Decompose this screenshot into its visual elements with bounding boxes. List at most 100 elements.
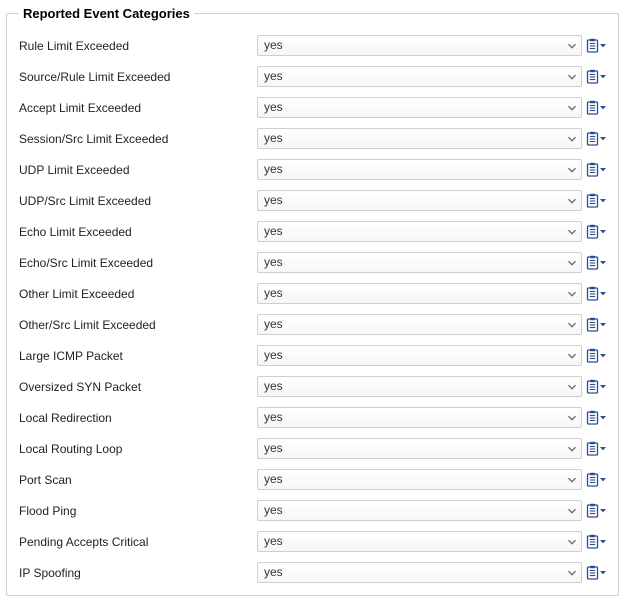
setting-select[interactable]: yes — [257, 35, 582, 56]
setting-label: IP Spoofing — [19, 566, 257, 580]
setting-select[interactable]: yes — [257, 252, 582, 273]
dropdown-arrow-icon[interactable] — [600, 415, 606, 421]
clipboard-icon[interactable] — [586, 472, 599, 487]
setting-label: Accept Limit Exceeded — [19, 101, 257, 115]
select-value[interactable]: yes — [257, 128, 582, 149]
dropdown-arrow-icon[interactable] — [600, 570, 606, 576]
clipboard-icon[interactable] — [586, 534, 599, 549]
setting-select[interactable]: yes — [257, 438, 582, 459]
setting-row: Accept Limit Exceededyes — [19, 97, 606, 118]
clipboard-icon[interactable] — [586, 255, 599, 270]
row-actions — [586, 286, 606, 301]
select-value[interactable]: yes — [257, 438, 582, 459]
setting-row: Source/Rule Limit Exceededyes — [19, 66, 606, 87]
dropdown-arrow-icon[interactable] — [600, 477, 606, 483]
setting-select[interactable]: yes — [257, 562, 582, 583]
dropdown-arrow-icon[interactable] — [600, 539, 606, 545]
clipboard-icon[interactable] — [586, 162, 599, 177]
clipboard-icon[interactable] — [586, 503, 599, 518]
setting-select[interactable]: yes — [257, 376, 582, 397]
clipboard-icon[interactable] — [586, 38, 599, 53]
select-value[interactable]: yes — [257, 66, 582, 87]
clipboard-icon[interactable] — [586, 193, 599, 208]
dropdown-arrow-icon[interactable] — [600, 384, 606, 390]
select-value[interactable]: yes — [257, 252, 582, 273]
clipboard-icon[interactable] — [586, 348, 599, 363]
select-value[interactable]: yes — [257, 407, 582, 428]
setting-select[interactable]: yes — [257, 407, 582, 428]
rows-container: Rule Limit Exceededyes Source/Rule Limit… — [19, 35, 606, 583]
clipboard-icon[interactable] — [586, 565, 599, 580]
dropdown-arrow-icon[interactable] — [600, 229, 606, 235]
setting-select[interactable]: yes — [257, 500, 582, 521]
setting-select[interactable]: yes — [257, 190, 582, 211]
dropdown-arrow-icon[interactable] — [600, 167, 606, 173]
select-value[interactable]: yes — [257, 500, 582, 521]
dropdown-arrow-icon[interactable] — [600, 508, 606, 514]
select-value[interactable]: yes — [257, 345, 582, 366]
select-value[interactable]: yes — [257, 531, 582, 552]
row-actions — [586, 193, 606, 208]
setting-label: Source/Rule Limit Exceeded — [19, 70, 257, 84]
clipboard-icon[interactable] — [586, 100, 599, 115]
clipboard-icon[interactable] — [586, 317, 599, 332]
clipboard-icon[interactable] — [586, 379, 599, 394]
setting-select[interactable]: yes — [257, 469, 582, 490]
dropdown-arrow-icon[interactable] — [600, 446, 606, 452]
setting-label: UDP Limit Exceeded — [19, 163, 257, 177]
row-actions — [586, 348, 606, 363]
select-value[interactable]: yes — [257, 314, 582, 335]
dropdown-arrow-icon[interactable] — [600, 322, 606, 328]
select-value[interactable]: yes — [257, 221, 582, 242]
fieldset-legend: Reported Event Categories — [19, 6, 194, 21]
setting-label: Echo Limit Exceeded — [19, 225, 257, 239]
row-actions — [586, 69, 606, 84]
dropdown-arrow-icon[interactable] — [600, 74, 606, 80]
clipboard-icon[interactable] — [586, 69, 599, 84]
setting-row: Other Limit Exceededyes — [19, 283, 606, 304]
setting-label: Rule Limit Exceeded — [19, 39, 257, 53]
setting-row: UDP Limit Exceededyes — [19, 159, 606, 180]
dropdown-arrow-icon[interactable] — [600, 105, 606, 111]
select-value[interactable]: yes — [257, 97, 582, 118]
clipboard-icon[interactable] — [586, 224, 599, 239]
row-actions — [586, 379, 606, 394]
select-value[interactable]: yes — [257, 562, 582, 583]
row-actions — [586, 472, 606, 487]
select-value[interactable]: yes — [257, 159, 582, 180]
setting-row: Rule Limit Exceededyes — [19, 35, 606, 56]
dropdown-arrow-icon[interactable] — [600, 260, 606, 266]
select-value[interactable]: yes — [257, 376, 582, 397]
select-value[interactable]: yes — [257, 283, 582, 304]
setting-select[interactable]: yes — [257, 159, 582, 180]
clipboard-icon[interactable] — [586, 131, 599, 146]
dropdown-arrow-icon[interactable] — [600, 136, 606, 142]
setting-label: UDP/Src Limit Exceeded — [19, 194, 257, 208]
dropdown-arrow-icon[interactable] — [600, 43, 606, 49]
row-actions — [586, 534, 606, 549]
setting-select[interactable]: yes — [257, 66, 582, 87]
select-value[interactable]: yes — [257, 469, 582, 490]
setting-select[interactable]: yes — [257, 314, 582, 335]
setting-select[interactable]: yes — [257, 221, 582, 242]
clipboard-icon[interactable] — [586, 441, 599, 456]
clipboard-icon[interactable] — [586, 286, 599, 301]
select-value[interactable]: yes — [257, 190, 582, 211]
dropdown-arrow-icon[interactable] — [600, 353, 606, 359]
setting-row: Session/Src Limit Exceededyes — [19, 128, 606, 149]
row-actions — [586, 410, 606, 425]
setting-label: Port Scan — [19, 473, 257, 487]
clipboard-icon[interactable] — [586, 410, 599, 425]
setting-select[interactable]: yes — [257, 345, 582, 366]
setting-select[interactable]: yes — [257, 531, 582, 552]
setting-select[interactable]: yes — [257, 283, 582, 304]
setting-row: Pending Accepts Criticalyes — [19, 531, 606, 552]
setting-row: Oversized SYN Packetyes — [19, 376, 606, 397]
dropdown-arrow-icon[interactable] — [600, 198, 606, 204]
row-actions — [586, 162, 606, 177]
dropdown-arrow-icon[interactable] — [600, 291, 606, 297]
setting-row: Flood Pingyes — [19, 500, 606, 521]
setting-select[interactable]: yes — [257, 128, 582, 149]
setting-select[interactable]: yes — [257, 97, 582, 118]
select-value[interactable]: yes — [257, 35, 582, 56]
